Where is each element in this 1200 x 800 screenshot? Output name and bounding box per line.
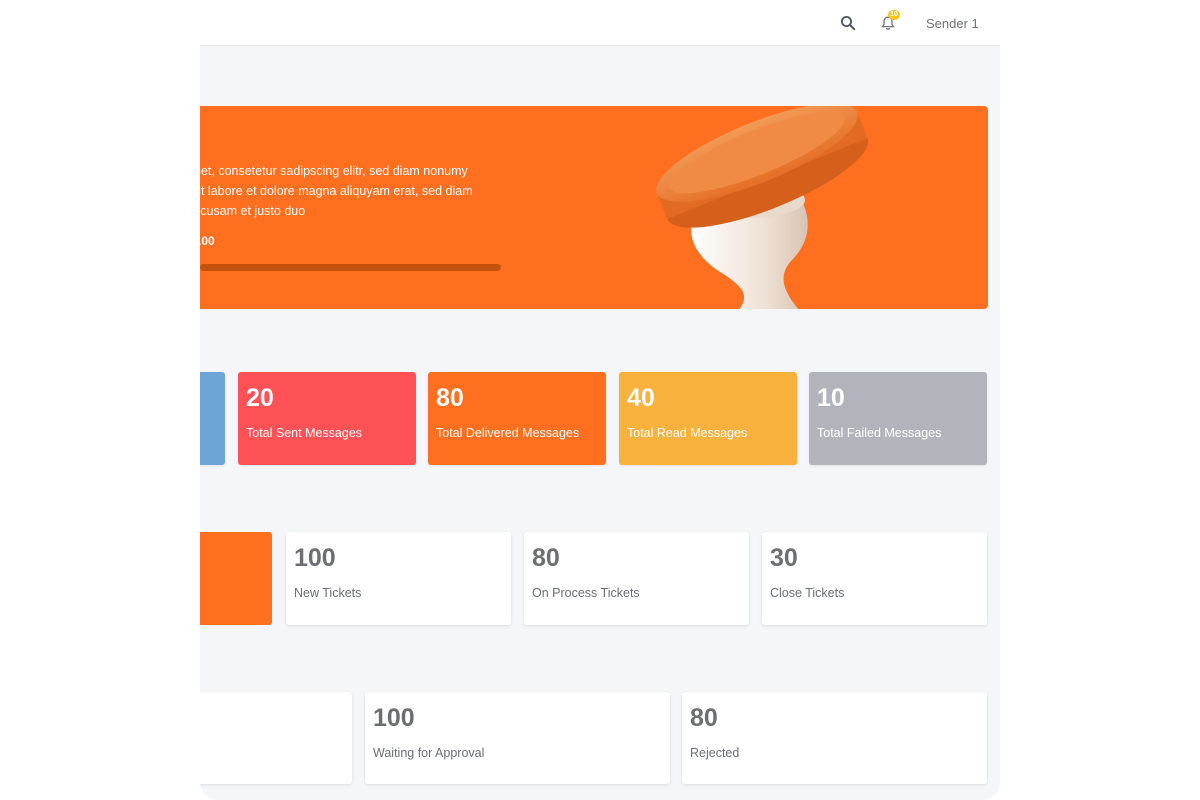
search-button[interactable] — [837, 12, 859, 34]
hero-banner: net, consetetur sadipscing elitr, sed di… — [200, 106, 988, 309]
approval-card-rejected[interactable]: 80 Rejected — [682, 692, 987, 784]
hero-progress-fill — [200, 264, 501, 271]
dashboard-frame: 10 Sender 1 net, consetetur sadipscing e… — [200, 0, 1000, 800]
stat-card-total-delivered[interactable]: 80 Total Delivered Messages — [428, 372, 606, 465]
approval-label: Waiting for Approval — [373, 746, 485, 760]
stat-label: Total Sent Messages — [246, 426, 363, 440]
hero-text: net, consetetur sadipscing elitr, sed di… — [200, 164, 473, 218]
stat-label: Total Read Messages — [627, 426, 748, 440]
top-bar: 10 Sender 1 — [200, 0, 1000, 46]
approval-value: 80 — [690, 704, 718, 732]
ticket-label: Close Tickets — [770, 586, 845, 600]
stat-label: Total Failed Messages — [817, 426, 942, 440]
notification-badge: 10 — [888, 10, 900, 20]
ticket-value: 80 — [532, 544, 560, 572]
stat-value: 10 — [817, 384, 845, 412]
ticket-label: New Tickets — [294, 586, 362, 600]
ticket-value: 30 — [770, 544, 798, 572]
stat-value: 20 — [246, 384, 274, 412]
stat-card-partial[interactable] — [200, 372, 225, 465]
ticket-card-close[interactable]: 30 Close Tickets — [762, 532, 987, 625]
hero-progress-bar — [200, 264, 501, 271]
ticket-card-new[interactable]: 100 New Tickets — [286, 532, 511, 625]
ticket-card-on-process[interactable]: 80 On Process Tickets — [524, 532, 749, 625]
approval-card-waiting[interactable]: 100 Waiting for Approval — [365, 692, 670, 784]
stat-value: 80 — [436, 384, 464, 412]
stat-value: 40 — [627, 384, 655, 412]
hero-value: .00 — [200, 234, 215, 248]
approval-card-partial[interactable] — [200, 692, 352, 784]
approval-value: 100 — [373, 704, 415, 732]
approval-label: Rejected — [690, 746, 740, 760]
stat-card-total-sent[interactable]: 20 Total Sent Messages — [238, 372, 416, 465]
ticket-card-accent[interactable] — [200, 532, 272, 625]
stat-card-total-read[interactable]: 40 Total Read Messages — [619, 372, 797, 465]
notifications-button[interactable]: 10 — [877, 10, 900, 34]
ticket-value: 100 — [294, 544, 336, 572]
hourglass-illustration — [656, 106, 869, 309]
ticket-label: On Process Tickets — [532, 586, 640, 600]
user-menu[interactable]: Sender 1 — [926, 16, 979, 31]
stat-card-total-failed[interactable]: 10 Total Failed Messages — [809, 372, 987, 465]
stat-label: Total Delivered Messages — [436, 426, 580, 440]
search-icon — [841, 16, 856, 31]
